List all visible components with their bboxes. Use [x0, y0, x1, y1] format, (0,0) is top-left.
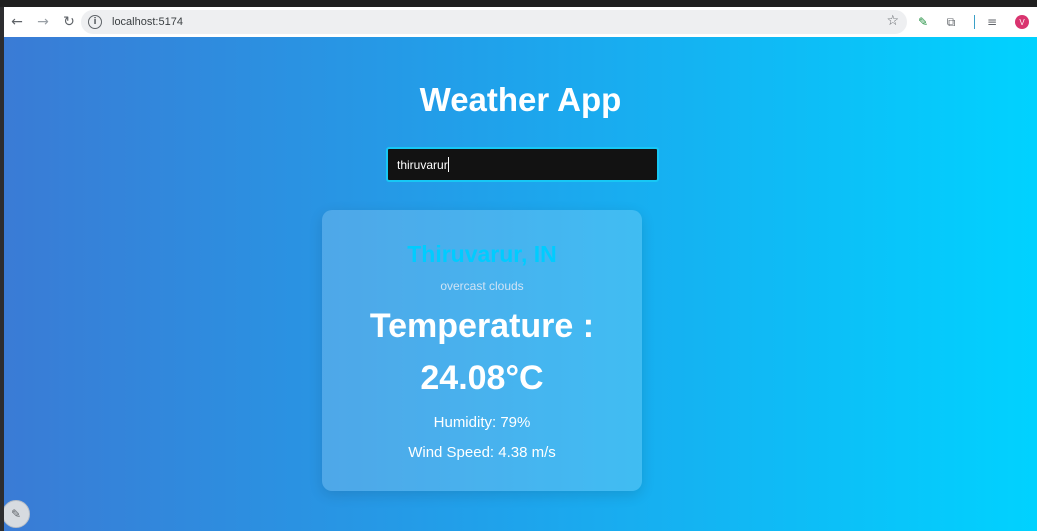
forward-icon[interactable]: → [30, 9, 56, 35]
city-name: Thiruvarur, IN [407, 241, 557, 267]
browser-toolbar: ← → ↻ i localhost:5174 ☆ ✎ ⧉ ≡ V ⋮ [4, 7, 1037, 37]
extensions-puzzle-icon[interactable]: ⧉ [940, 11, 962, 33]
profile-avatar[interactable]: V [1015, 15, 1029, 29]
wind-speed-text: Wind Speed: 4.38 m/s [408, 444, 556, 461]
address-bar[interactable]: i localhost:5174 ☆ [81, 10, 907, 34]
edit-pen-icon[interactable]: ✎ [4, 500, 30, 528]
temperature-label: Temperature : [369, 307, 595, 345]
extensions-area: ✎ ⧉ ≡ V ⋮ [912, 7, 1037, 37]
extension-pen-icon[interactable]: ✎ [912, 11, 934, 33]
media-control-icon[interactable]: ≡ [981, 11, 1003, 33]
temperature-value: 24.08°C [420, 359, 544, 397]
text-caret [448, 157, 449, 172]
page-viewport: Weather App Thiruvarur, IN overcast clou… [4, 37, 1037, 531]
browser-top-strip [0, 0, 1037, 7]
weather-card: Thiruvarur, IN overcast clouds Temperatu… [322, 210, 642, 491]
weather-description: overcast clouds [440, 279, 524, 293]
url-text[interactable]: localhost:5174 [112, 16, 183, 28]
bookmark-star-icon[interactable]: ☆ [886, 13, 899, 29]
humidity-text: Humidity: 79% [433, 414, 531, 431]
page-title: Weather App [419, 81, 622, 118]
city-search-input[interactable] [386, 147, 659, 182]
reload-icon[interactable]: ↻ [56, 9, 82, 35]
toolbar-divider [974, 15, 975, 29]
back-icon[interactable]: ← [4, 9, 30, 35]
site-info-icon[interactable]: i [88, 15, 102, 29]
